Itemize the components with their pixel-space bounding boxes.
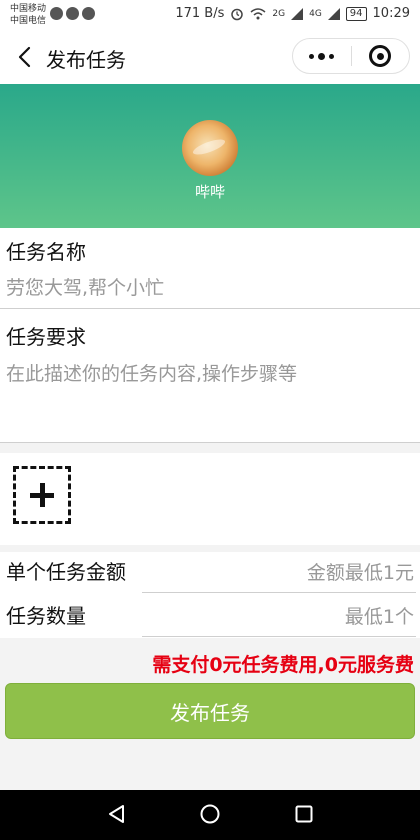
square-recents-icon	[295, 805, 313, 823]
user-name: 哔哔	[194, 183, 225, 201]
more-dots-icon	[309, 53, 315, 59]
target-circle-icon	[369, 45, 392, 67]
task-requirement-section: 任务要求	[0, 309, 420, 442]
quantity-input[interactable]	[142, 597, 416, 637]
signal-icon-2	[327, 7, 340, 20]
avatar[interactable]	[182, 120, 238, 176]
battery-level: 94	[345, 6, 367, 21]
more-dot-center	[318, 52, 326, 60]
add-image-button[interactable]	[13, 466, 71, 524]
chevron-left-icon	[18, 46, 31, 68]
more-dot-right	[329, 53, 335, 59]
add-image-icon-vertical	[40, 483, 45, 507]
status-right: 171 B/s 2G 4G 94 10:29	[175, 6, 410, 21]
network-2g: 2G	[272, 8, 286, 19]
more-button[interactable]	[293, 39, 351, 73]
notification-app-icon	[50, 7, 63, 20]
clock: 10:29	[372, 6, 410, 21]
wifi-icon	[250, 7, 266, 19]
task-name-section: 任务名称	[0, 228, 420, 308]
system-back-button[interactable]	[106, 803, 128, 829]
network-speed: 171 B/s	[175, 6, 225, 21]
status-bar: 中国移动 中国电信 171 B/s 2G 4G 94 10:29	[0, 0, 420, 30]
task-requirement-label: 任务要求	[6, 325, 86, 349]
divider	[0, 442, 420, 443]
wechat-icon	[66, 7, 79, 20]
amount-label: 单个任务金额	[6, 560, 126, 584]
alarm-icon	[231, 8, 244, 20]
back-button[interactable]	[14, 43, 38, 71]
amount-input[interactable]	[142, 553, 416, 593]
task-name-input[interactable]	[6, 274, 410, 302]
system-recents-button[interactable]	[293, 803, 315, 829]
target-dot	[376, 52, 384, 60]
message-icon	[82, 7, 95, 20]
signal-icon	[291, 7, 304, 20]
close-miniprogram-button[interactable]	[352, 39, 410, 73]
nav-bar: 发布任务	[0, 30, 420, 84]
circle-home-icon	[200, 804, 220, 824]
network-4g: 4G	[309, 8, 322, 19]
triangle-back-icon	[109, 805, 124, 823]
system-nav-bar	[0, 790, 420, 840]
system-home-button[interactable]	[199, 803, 221, 829]
fee-summary: 需支付0元任务费用,0元服务费	[152, 654, 414, 676]
task-name-label: 任务名称	[6, 240, 86, 264]
profile-banner: 哔哔	[0, 84, 420, 228]
notification-icons	[50, 7, 95, 20]
menu-capsule	[292, 38, 410, 74]
publish-button[interactable]: 发布任务	[5, 683, 415, 739]
task-requirement-textarea[interactable]	[6, 359, 410, 437]
carrier-2: 中国电信	[10, 16, 47, 26]
carrier-1: 中国移动	[10, 4, 47, 14]
carrier-info: 中国移动 中国电信	[10, 3, 46, 27]
quantity-label: 任务数量	[6, 604, 86, 628]
page-title: 发布任务	[46, 48, 126, 72]
